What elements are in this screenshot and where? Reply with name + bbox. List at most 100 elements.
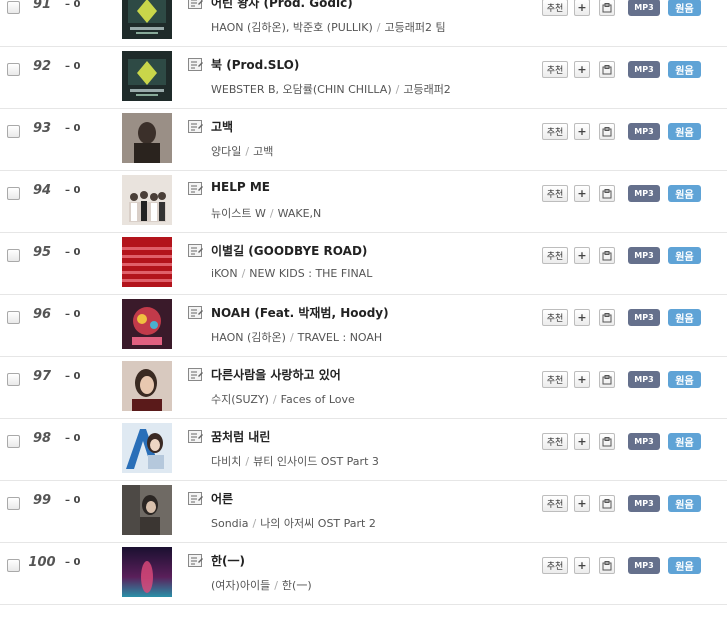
album-art[interactable]	[122, 299, 172, 349]
song-title[interactable]: 고백	[211, 118, 233, 135]
select-checkbox[interactable]	[7, 63, 20, 76]
album-art[interactable]	[122, 237, 172, 287]
lyrics-icon[interactable]	[188, 367, 203, 381]
lyrics-icon[interactable]	[188, 181, 203, 195]
original-sound-button[interactable]: 원음	[668, 61, 701, 78]
lyrics-icon[interactable]	[188, 243, 203, 257]
select-checkbox[interactable]	[7, 187, 20, 200]
artist-link[interactable]: HAON (김하온)	[211, 331, 286, 344]
song-title[interactable]: 어른	[211, 490, 233, 507]
recommend-button[interactable]: 추천	[542, 247, 568, 264]
original-sound-button[interactable]: 원음	[668, 247, 701, 264]
save-icon[interactable]	[599, 557, 615, 574]
song-title[interactable]: 한(一)	[211, 552, 245, 569]
mp3-download-button[interactable]: MP3	[628, 185, 660, 202]
select-checkbox[interactable]	[7, 1, 20, 14]
original-sound-button[interactable]: 원음	[668, 309, 701, 326]
artist-link[interactable]: WEBSTER B, 오담률(CHIN CHILLA)	[211, 83, 392, 96]
mp3-download-button[interactable]: MP3	[628, 61, 660, 78]
artist-link[interactable]: 수지(SUZY)	[211, 393, 269, 406]
song-title[interactable]: 꿈처럼 내린	[211, 428, 270, 445]
artist-link[interactable]: (여자)아이들	[211, 579, 270, 592]
recommend-button[interactable]: 추천	[542, 309, 568, 326]
select-checkbox[interactable]	[7, 311, 20, 324]
original-sound-button[interactable]: 원음	[668, 433, 701, 450]
add-to-playlist-button[interactable]: +	[574, 309, 590, 326]
album-art[interactable]	[122, 0, 172, 39]
add-to-playlist-button[interactable]: +	[574, 61, 590, 78]
save-icon[interactable]	[599, 247, 615, 264]
artist-link[interactable]: 양다일	[211, 145, 241, 158]
song-title[interactable]: NOAH (Feat. 박재범, Hoody)	[211, 304, 389, 321]
select-checkbox[interactable]	[7, 559, 20, 572]
recommend-button[interactable]: 추천	[542, 123, 568, 140]
select-checkbox[interactable]	[7, 125, 20, 138]
save-icon[interactable]	[599, 0, 615, 16]
save-icon[interactable]	[599, 495, 615, 512]
album-art[interactable]	[122, 485, 172, 535]
artist-link[interactable]: 다비치	[211, 455, 241, 468]
add-to-playlist-button[interactable]: +	[574, 433, 590, 450]
song-title[interactable]: 다른사람을 사랑하고 있어	[211, 366, 341, 383]
artist-link[interactable]: 뉴이스트 W	[211, 207, 266, 220]
lyrics-icon[interactable]	[188, 553, 203, 567]
recommend-button[interactable]: 추천	[542, 557, 568, 574]
album-art[interactable]	[122, 113, 172, 163]
original-sound-button[interactable]: 원음	[668, 0, 701, 16]
save-icon[interactable]	[599, 185, 615, 202]
album-art[interactable]	[122, 51, 172, 101]
album-link[interactable]: NEW KIDS : THE FINAL	[249, 267, 372, 280]
song-title[interactable]: HELP ME	[211, 180, 270, 194]
select-checkbox[interactable]	[7, 373, 20, 386]
save-icon[interactable]	[599, 61, 615, 78]
select-checkbox[interactable]	[7, 497, 20, 510]
album-link[interactable]: Faces of Love	[281, 393, 355, 406]
album-art[interactable]	[122, 361, 172, 411]
song-title[interactable]: 이별길 (GOODBYE ROAD)	[211, 242, 367, 259]
add-to-playlist-button[interactable]: +	[574, 185, 590, 202]
album-link[interactable]: 뷰티 인사이드 OST Part 3	[253, 455, 379, 468]
original-sound-button[interactable]: 원음	[668, 495, 701, 512]
album-art[interactable]	[122, 547, 172, 597]
artist-link[interactable]: HAON (김하온), 박준호 (PULLIK)	[211, 21, 373, 34]
song-title[interactable]: 어린 왕자 (Prod. Godic)	[211, 0, 353, 11]
add-to-playlist-button[interactable]: +	[574, 0, 590, 16]
recommend-button[interactable]: 추천	[542, 0, 568, 16]
save-icon[interactable]	[599, 123, 615, 140]
mp3-download-button[interactable]: MP3	[628, 123, 660, 140]
original-sound-button[interactable]: 원음	[668, 371, 701, 388]
album-link[interactable]: 고백	[253, 145, 273, 158]
album-link[interactable]: 고등래퍼2 팀	[384, 21, 445, 34]
album-link[interactable]: 한(一)	[282, 579, 312, 592]
recommend-button[interactable]: 추천	[542, 61, 568, 78]
mp3-download-button[interactable]: MP3	[628, 495, 660, 512]
recommend-button[interactable]: 추천	[542, 185, 568, 202]
save-icon[interactable]	[599, 309, 615, 326]
lyrics-icon[interactable]	[188, 429, 203, 443]
artist-link[interactable]: iKON	[211, 267, 238, 280]
select-checkbox[interactable]	[7, 435, 20, 448]
song-title[interactable]: 북 (Prod.SLO)	[211, 56, 299, 73]
original-sound-button[interactable]: 원음	[668, 557, 701, 574]
album-link[interactable]: 고등래퍼2	[403, 83, 450, 96]
add-to-playlist-button[interactable]: +	[574, 371, 590, 388]
original-sound-button[interactable]: 원음	[668, 123, 701, 140]
add-to-playlist-button[interactable]: +	[574, 247, 590, 264]
lyrics-icon[interactable]	[188, 119, 203, 133]
add-to-playlist-button[interactable]: +	[574, 557, 590, 574]
original-sound-button[interactable]: 원음	[668, 185, 701, 202]
mp3-download-button[interactable]: MP3	[628, 371, 660, 388]
artist-link[interactable]: Sondia	[211, 517, 248, 530]
select-checkbox[interactable]	[7, 249, 20, 262]
album-link[interactable]: TRAVEL : NOAH	[298, 331, 383, 344]
save-icon[interactable]	[599, 433, 615, 450]
recommend-button[interactable]: 추천	[542, 495, 568, 512]
lyrics-icon[interactable]	[188, 57, 203, 71]
album-link[interactable]: WAKE,N	[278, 207, 322, 220]
add-to-playlist-button[interactable]: +	[574, 123, 590, 140]
save-icon[interactable]	[599, 371, 615, 388]
lyrics-icon[interactable]	[188, 305, 203, 319]
recommend-button[interactable]: 추천	[542, 371, 568, 388]
mp3-download-button[interactable]: MP3	[628, 557, 660, 574]
mp3-download-button[interactable]: MP3	[628, 309, 660, 326]
